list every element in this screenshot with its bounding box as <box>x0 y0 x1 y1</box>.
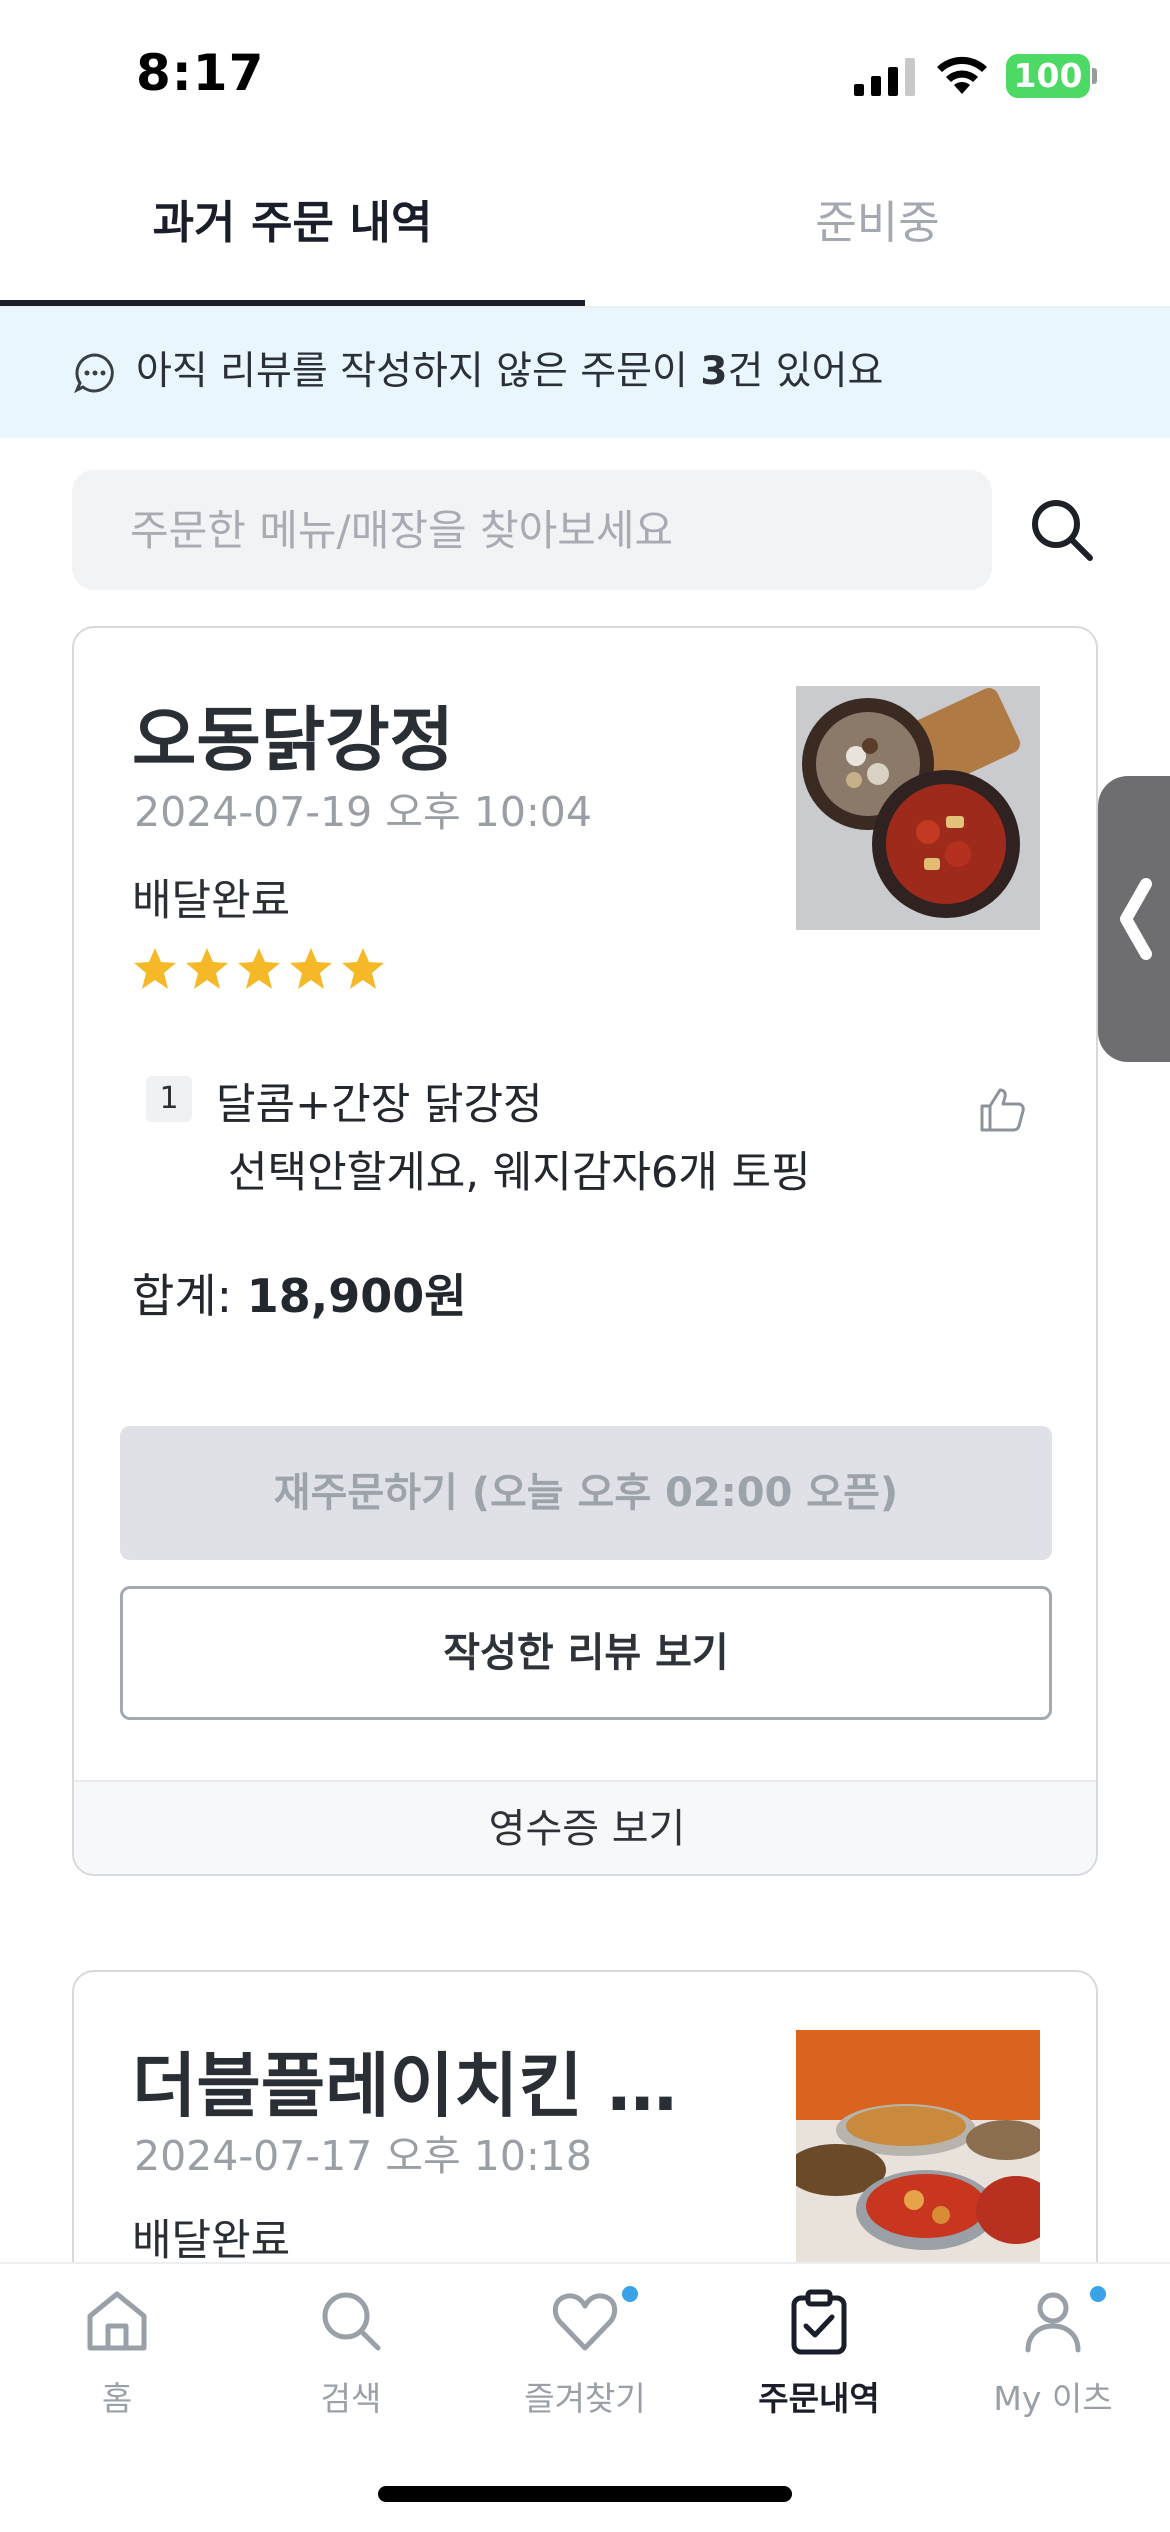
rating-stars <box>132 946 392 996</box>
menu-quantity: 1 <box>146 1076 192 1122</box>
side-drawer-handle[interactable] <box>1098 776 1170 1062</box>
thumbs-up-icon[interactable] <box>976 1084 1028 1136</box>
notification-dot <box>1090 2286 1106 2302</box>
store-thumbnail[interactable] <box>796 686 1040 930</box>
chat-bubble-icon <box>74 353 114 394</box>
total-label: 합계: <box>132 1269 247 1323</box>
battery-indicator: 100 <box>1006 54 1090 98</box>
wifi-icon <box>937 56 987 94</box>
food-photo-dakgangjeong <box>796 686 1040 930</box>
home-indicator <box>378 2486 792 2502</box>
total-value: 18,900원 <box>246 1269 467 1323</box>
notification-dot <box>622 2286 638 2302</box>
nav-favorites-label: 즐겨찾기 <box>524 2379 646 2418</box>
search-icon <box>322 2292 381 2351</box>
order-date: 2024-07-19 오후 10:04 <box>134 788 592 836</box>
nav-favorites[interactable]: 즐겨찾기 <box>468 2264 702 2444</box>
food-photo-chicken-spread <box>796 2030 1040 2274</box>
store-name[interactable]: 오동닭강정 <box>132 684 772 785</box>
home-icon <box>87 2291 147 2351</box>
nav-search[interactable]: 검색 <box>234 2264 468 2444</box>
nav-my-eats-label: My 이츠 <box>993 2379 1113 2418</box>
order-status: 배달완료 <box>132 876 291 926</box>
banner-text: 아직 리뷰를 작성하지 않은 주문이 3건 있어요 <box>136 346 883 398</box>
order-card: 오동닭강정 2024-07-19 오후 10:04 배달완료 1 달콤+간장 닭… <box>72 626 1098 1876</box>
nav-orders[interactable]: 주문내역 <box>702 2264 936 2444</box>
status-time: 8:17 <box>136 44 265 102</box>
menu-options: 선택안할게요, 웨지감자6개 토핑 <box>228 1148 811 1198</box>
status-bar: 8:17 100 <box>0 0 1170 150</box>
clipboard-check-icon <box>791 2289 847 2355</box>
active-tab-indicator <box>0 300 585 306</box>
store-name[interactable]: 더블플레이치킨 홍대점 <box>132 2030 702 2131</box>
tab-past-orders[interactable]: 과거 주문 내역 <box>0 150 585 306</box>
nav-orders-label: 주문내역 <box>758 2379 880 2418</box>
nav-home-label: 홈 <box>101 2379 133 2418</box>
view-receipt-button[interactable]: 영수증 보기 <box>74 1780 1096 1874</box>
chevron-left-icon <box>1120 878 1152 960</box>
star-icon <box>186 948 228 989</box>
tab-preparing[interactable]: 준비중 <box>585 150 1170 306</box>
order-search-input[interactable] <box>130 470 970 590</box>
order-tabs: 과거 주문 내역 준비중 <box>0 150 1170 308</box>
order-search-box <box>72 470 992 590</box>
menu-name: 달콤+간장 닭강정 <box>216 1080 543 1130</box>
store-thumbnail[interactable] <box>796 2030 1040 2274</box>
banner-text-after: 건 있어요 <box>727 349 884 394</box>
banner-count: 3 <box>700 349 728 394</box>
person-icon <box>1025 2292 1081 2353</box>
banner-text-before: 아직 리뷰를 작성하지 않은 주문이 <box>136 349 701 394</box>
view-review-button[interactable]: 작성한 리뷰 보기 <box>120 1586 1052 1720</box>
nav-my-eats[interactable]: My 이츠 <box>936 2264 1170 2444</box>
star-icon <box>342 948 384 989</box>
battery-nub <box>1092 68 1097 84</box>
star-icon <box>134 948 176 989</box>
cellular-signal-icon <box>854 58 915 96</box>
order-date: 2024-07-17 오후 10:18 <box>134 2132 592 2180</box>
search-icon[interactable] <box>1026 494 1098 566</box>
order-status: 배달완료 <box>132 2216 291 2266</box>
star-icon <box>238 948 280 989</box>
nav-home[interactable]: 홈 <box>0 2264 234 2444</box>
nav-search-label: 검색 <box>320 2379 382 2418</box>
reorder-button[interactable]: 재주문하기 (오늘 오후 02:00 오픈) <box>120 1426 1052 1560</box>
order-total: 합계: 18,900원 <box>132 1260 467 1326</box>
heart-icon <box>552 2293 618 2351</box>
star-icon <box>290 948 332 989</box>
